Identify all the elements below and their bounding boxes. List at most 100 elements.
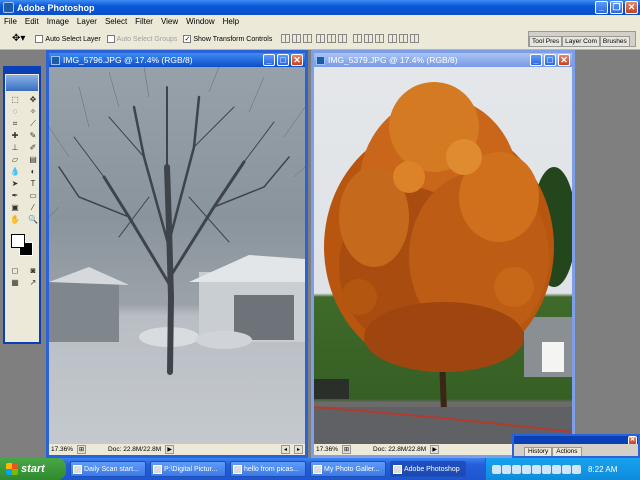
document-2-title-bar[interactable]: IMG_5379.JPG @ 17.4% (RGB/8) _ □ ✕ (314, 53, 572, 67)
color-swatches[interactable] (8, 231, 36, 259)
slice-tool-icon[interactable]: ⟋ (25, 118, 41, 129)
menu-window[interactable]: Window (182, 17, 218, 26)
align-right-icon[interactable] (338, 34, 348, 43)
document-window-1[interactable]: IMG_5796.JPG @ 17.4% (RGB/8) _ □ ✕ 17.36… (46, 50, 308, 458)
menu-view[interactable]: View (157, 17, 182, 26)
menu-image[interactable]: Image (43, 17, 73, 26)
shape-tool-icon[interactable]: ▭ (25, 190, 41, 201)
doc1-close-button[interactable]: ✕ (291, 54, 303, 66)
menu-filter[interactable]: Filter (131, 17, 157, 26)
restore-button[interactable]: ❐ (610, 1, 623, 14)
doc1-scroll-right-icon[interactable]: ▸ (294, 445, 303, 454)
doc2-status-menu-icon[interactable]: ⊞ (342, 445, 352, 454)
distribute-left-icon[interactable] (388, 34, 398, 43)
blur-tool-icon[interactable]: 💧 (7, 166, 23, 177)
doc2-close-button[interactable]: ✕ (558, 54, 570, 66)
menu-select[interactable]: Select (101, 17, 131, 26)
tray-icon-5[interactable] (532, 464, 541, 474)
lasso-tool-icon[interactable]: ◌ (7, 106, 23, 117)
menu-file[interactable]: File (0, 17, 21, 26)
document-1-title-bar[interactable]: IMG_5796.JPG @ 17.4% (RGB/8) _ □ ✕ (49, 53, 305, 67)
zoom-tool-icon[interactable]: 🔍 (25, 214, 41, 225)
brush-tool-icon[interactable]: ✎ (25, 130, 41, 141)
history-brush-tool-icon[interactable]: ✐ (25, 142, 41, 153)
palette-tab-tool-presets[interactable]: Tool Pres (529, 36, 563, 46)
eraser-tool-icon[interactable]: ▱ (7, 154, 23, 165)
taskbar-item-daily-scan[interactable]: Daily Scan start... (70, 461, 146, 477)
align-bottom-icon[interactable] (303, 34, 313, 43)
document-window-2[interactable]: IMG_5379.JPG @ 17.4% (RGB/8) _ □ ✕ 17.36… (311, 50, 575, 458)
foreground-color-swatch[interactable] (11, 234, 25, 248)
minimize-button[interactable]: _ (595, 1, 608, 14)
type-tool-icon[interactable]: T (25, 178, 41, 189)
document-1-canvas-snowy-tree[interactable] (49, 67, 305, 444)
dodge-tool-icon[interactable]: ◐ (25, 166, 41, 177)
palette-tab-actions[interactable]: Actions (552, 447, 582, 456)
distribute-bottom-icon[interactable] (375, 34, 385, 43)
tray-icon-2[interactable] (502, 464, 511, 474)
palette-well: Tool Pres Layer Com Brushes (528, 31, 636, 47)
show-transform-controls-checkbox[interactable]: Show Transform Controls (183, 34, 272, 43)
start-button[interactable]: start (0, 458, 66, 480)
tray-icon-4[interactable] (522, 464, 531, 474)
tray-icon-3[interactable] (512, 464, 521, 474)
healing-brush-tool-icon[interactable]: ✚ (7, 130, 23, 141)
auto-select-layer-checkbox[interactable]: Auto Select Layer (35, 34, 101, 43)
document-1-zoom-field[interactable]: 17.36% (51, 446, 73, 453)
app-title-bar[interactable]: Adobe Photoshop _ ❐ ✕ (0, 0, 640, 15)
distribute-hcenter-icon[interactable] (399, 34, 409, 43)
doc1-maximize-button[interactable]: □ (277, 54, 289, 66)
volume-icon[interactable] (562, 464, 571, 474)
palette-tab-brushes[interactable]: Brushes (599, 36, 630, 46)
hand-tool-icon[interactable]: ✋ (7, 214, 23, 225)
screen-mode-icon[interactable]: ▦ (7, 277, 23, 288)
quick-mask-icon[interactable]: ◙ (25, 265, 41, 276)
clone-stamp-tool-icon[interactable]: ⊥ (7, 142, 23, 153)
taskbar-item-photo-gallery[interactable]: My Photo Galler... (310, 461, 386, 477)
taskbar-item-photoshop[interactable]: Adobe Photoshop (390, 461, 466, 477)
taskbar-item-picasa[interactable]: hello from picas... (230, 461, 306, 477)
palette-tab-history[interactable]: History (524, 447, 553, 456)
menu-edit[interactable]: Edit (21, 17, 43, 26)
distribute-top-icon[interactable] (353, 34, 363, 43)
marquee-tool-icon[interactable]: ⬚ (7, 94, 23, 105)
menu-layer[interactable]: Layer (73, 17, 101, 26)
align-left-icon[interactable] (316, 34, 326, 43)
close-button[interactable]: ✕ (625, 1, 638, 14)
taskbar-item-digital-pictures[interactable]: P:\Digital Pictur... (150, 461, 226, 477)
document-2-zoom-field[interactable]: 17.36% (316, 446, 338, 453)
align-hcenter-icon[interactable] (327, 34, 337, 43)
align-vcenter-icon[interactable] (292, 34, 302, 43)
doc1-scroll-left-icon[interactable]: ◂ (281, 445, 290, 454)
notes-tool-icon[interactable]: ▣ (7, 202, 23, 213)
doc1-status-arrow-icon[interactable]: ▶ (165, 445, 175, 454)
doc2-status-arrow-icon[interactable]: ▶ (430, 445, 440, 454)
tray-icon-6[interactable] (542, 464, 551, 474)
magic-wand-tool-icon[interactable]: ✧ (25, 106, 41, 117)
eyedropper-tool-icon[interactable]: ⁄ (25, 202, 41, 213)
doc2-minimize-button[interactable]: _ (530, 54, 542, 66)
taskbar-clock[interactable]: 8:22 AM (588, 465, 617, 474)
menu-help[interactable]: Help (219, 17, 243, 26)
gradient-tool-icon[interactable]: ▤ (25, 154, 41, 165)
crop-tool-icon[interactable]: ⌗ (7, 118, 23, 129)
align-top-icon[interactable] (281, 34, 291, 43)
standard-mode-icon[interactable]: ◻ (7, 265, 23, 276)
imageready-jump-icon[interactable]: ↗ (25, 277, 41, 288)
path-selection-tool-icon[interactable]: ➤ (7, 178, 23, 189)
palette-tab-layer-comps[interactable]: Layer Com (562, 36, 600, 46)
doc2-maximize-button[interactable]: □ (544, 54, 556, 66)
document-2-canvas-autumn-tree[interactable] (314, 67, 572, 444)
move-tool-icon[interactable]: ✥ (25, 94, 41, 105)
history-palette[interactable]: ✕ History Actions (512, 434, 640, 458)
tray-icon-7[interactable] (552, 464, 561, 474)
distribute-vcenter-icon[interactable] (364, 34, 374, 43)
move-tool-preset-icon[interactable]: ✥▾ (12, 33, 25, 44)
distribute-right-icon[interactable] (410, 34, 420, 43)
network-icon[interactable] (572, 464, 581, 474)
doc1-status-menu-icon[interactable]: ⊞ (77, 445, 87, 454)
auto-select-groups-checkbox[interactable]: Auto Select Groups (106, 34, 177, 43)
tray-icon-1[interactable] (492, 464, 501, 474)
doc1-minimize-button[interactable]: _ (263, 54, 275, 66)
pen-tool-icon[interactable]: ✒ (7, 190, 23, 201)
